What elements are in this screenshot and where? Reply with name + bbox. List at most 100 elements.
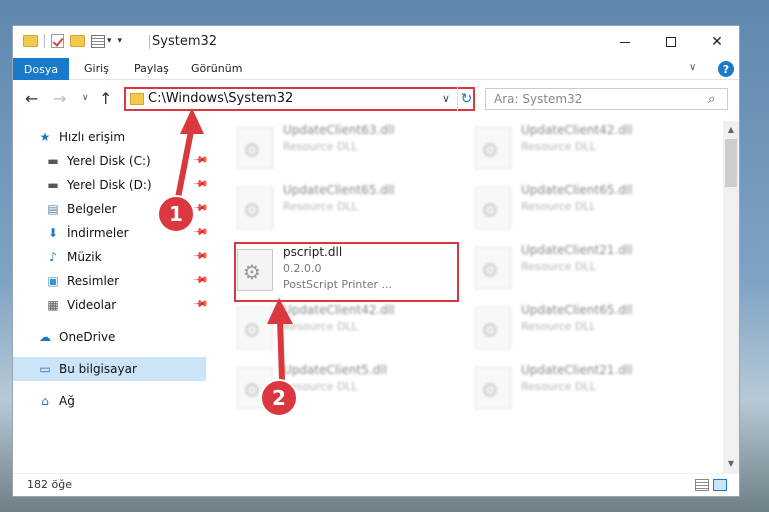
list-item[interactable]: UpdateClient42.dll Resource DLL: [471, 121, 701, 177]
network-icon: ⌂: [41, 394, 49, 408]
file-name: UpdateClient65.dll: [521, 183, 633, 197]
tab-file[interactable]: Dosya: [13, 58, 69, 80]
sidebar-item-label: Bu bilgisayar: [59, 362, 137, 376]
sidebar-item-label: Resimler: [67, 274, 120, 288]
scroll-thumb[interactable]: [725, 139, 737, 187]
sidebar-item-onedrive[interactable]: ☁ OneDrive: [13, 325, 206, 349]
pictures-icon: ▣: [47, 274, 59, 288]
recent-locations-chevron-icon[interactable]: ∨: [82, 93, 89, 103]
minimize-button[interactable]: [602, 26, 648, 58]
pin-icon[interactable]: 📌: [192, 224, 209, 241]
toolbar-divider: [44, 34, 45, 48]
cloud-icon: ☁: [39, 330, 51, 344]
file-description: Resource DLL: [521, 320, 596, 333]
dll-file-icon: [475, 367, 511, 409]
pin-icon[interactable]: 📌: [192, 272, 209, 289]
refresh-icon[interactable]: ↻: [457, 87, 475, 111]
list-item[interactable]: UpdateClient21.dll Resource DLL: [471, 241, 701, 297]
title-bar: ▾ ▾ System32 ✕: [13, 26, 739, 58]
sidebar-item-videos[interactable]: ▦ Videolar 📌: [13, 293, 209, 317]
list-item[interactable]: UpdateClient63.dll Resource DLL: [233, 121, 463, 177]
sidebar-item-this-pc[interactable]: ▭ Bu bilgisayar: [13, 357, 206, 381]
tab-view[interactable]: Görünüm: [191, 62, 242, 75]
maximize-button[interactable]: [648, 26, 694, 58]
details-view-icon[interactable]: [695, 479, 709, 491]
forward-arrow-icon[interactable]: →: [53, 89, 66, 108]
sidebar-item-label: Ağ: [59, 394, 75, 408]
view-properties-icon[interactable]: [91, 34, 105, 48]
sidebar-item-quick-access[interactable]: ★ Hızlı erişim: [13, 125, 206, 149]
search-icon[interactable]: ⌕: [708, 92, 715, 107]
sidebar-item-label: Yerel Disk (C:): [67, 154, 151, 168]
file-name: UpdateClient65.dll: [521, 303, 633, 317]
documents-icon: ▤: [47, 202, 59, 216]
item-count: 182 öğe: [27, 478, 72, 491]
sidebar-item-local-disk-c[interactable]: ▬ Yerel Disk (C:) 📌: [13, 149, 209, 173]
pin-icon[interactable]: 📌: [192, 176, 209, 193]
ribbon: Dosya Giriş Paylaş Görünüm ∨ ?: [13, 58, 739, 80]
up-arrow-icon[interactable]: ↑: [99, 89, 112, 108]
list-item[interactable]: UpdateClient65.dll Resource DLL: [471, 181, 701, 237]
dll-file-icon: [237, 187, 273, 229]
tab-home[interactable]: Giriş: [84, 62, 109, 75]
list-item[interactable]: UpdateClient65.dll Resource DLL: [233, 181, 463, 237]
file-description: Resource DLL: [521, 380, 596, 393]
minimize-icon: [620, 41, 630, 43]
music-icon: ♪: [49, 250, 57, 264]
help-icon[interactable]: ?: [718, 61, 734, 77]
file-name: UpdateClient21.dll: [521, 243, 633, 257]
customize-toolbar-chevron-icon[interactable]: ▾: [107, 36, 112, 46]
large-icons-view-icon[interactable]: [713, 479, 727, 491]
new-folder-icon[interactable]: [70, 35, 85, 47]
sidebar-item-label: OneDrive: [59, 330, 116, 344]
sidebar-item-label: Hızlı erişim: [59, 130, 126, 144]
sidebar-item-label: Müzik: [67, 250, 102, 264]
sidebar-item-pictures[interactable]: ▣ Resimler 📌: [13, 269, 209, 293]
dll-file-icon: [475, 247, 511, 289]
vertical-scrollbar[interactable]: ▲ ▼: [723, 121, 739, 473]
list-item[interactable]: UpdateClient65.dll Resource DLL: [471, 301, 701, 357]
quick-access-dropdown-icon[interactable]: ▾: [118, 36, 123, 46]
drive-icon: ▬: [47, 178, 59, 192]
sidebar-item-label: İndirmeler: [67, 226, 129, 240]
download-icon: ⬇: [47, 226, 59, 240]
sidebar-item-local-disk-d[interactable]: ▬ Yerel Disk (D:) 📌: [13, 173, 209, 197]
scroll-down-arrow-icon[interactable]: ▼: [723, 455, 739, 471]
pin-icon[interactable]: 📌: [192, 296, 209, 313]
drive-icon: ▬: [47, 154, 59, 168]
expand-ribbon-chevron-icon[interactable]: ∨: [689, 62, 696, 73]
explorer-window: ▾ ▾ System32 ✕ Dosya Giriş Paylaş Görünü…: [12, 25, 740, 497]
properties-check-icon[interactable]: [51, 34, 64, 48]
sidebar-item-label: Videolar: [67, 298, 117, 312]
scroll-up-arrow-icon[interactable]: ▲: [723, 121, 739, 137]
address-history-chevron-icon[interactable]: ∨: [442, 92, 450, 105]
folder-icon: [130, 93, 144, 105]
address-bar[interactable]: C:\Windows\System32 ∨ ↻: [124, 87, 475, 111]
back-arrow-icon[interactable]: ←: [25, 89, 38, 108]
navigation-pane: ★ Hızlı erişim ▬ Yerel Disk (C:) 📌 ▬ Yer…: [13, 121, 209, 466]
callout-step-1: 1: [157, 195, 195, 233]
file-description: Resource DLL: [521, 200, 596, 213]
callout-step-2: 2: [260, 379, 298, 417]
file-description: Resource DLL: [521, 140, 596, 153]
list-item[interactable]: UpdateClient21.dll Resource DLL: [471, 361, 701, 417]
pin-icon[interactable]: 📌: [192, 248, 209, 265]
folder-icon: [23, 35, 38, 47]
sidebar-item-music[interactable]: ♪ Müzik 📌: [13, 245, 209, 269]
videos-icon: ▦: [47, 298, 59, 312]
address-path[interactable]: C:\Windows\System32: [148, 91, 293, 106]
maximize-icon: [666, 37, 676, 47]
sidebar-item-network[interactable]: ⌂ Ağ: [13, 389, 206, 413]
pscript-highlight-box: [234, 242, 459, 302]
pin-icon[interactable]: 📌: [192, 152, 209, 169]
list-item[interactable]: UpdateClient42.dll Resource DLL: [233, 301, 463, 357]
sidebar-item-label: Belgeler: [67, 202, 117, 216]
close-button[interactable]: ✕: [694, 26, 740, 58]
tab-share[interactable]: Paylaş: [134, 62, 169, 75]
dll-file-icon: [475, 127, 511, 169]
file-description: Resource DLL: [283, 200, 358, 213]
title-divider: [149, 35, 150, 49]
search-input[interactable]: Ara: System32 ⌕: [485, 88, 728, 110]
file-description: Resource DLL: [283, 140, 358, 153]
dll-file-icon: [237, 127, 273, 169]
